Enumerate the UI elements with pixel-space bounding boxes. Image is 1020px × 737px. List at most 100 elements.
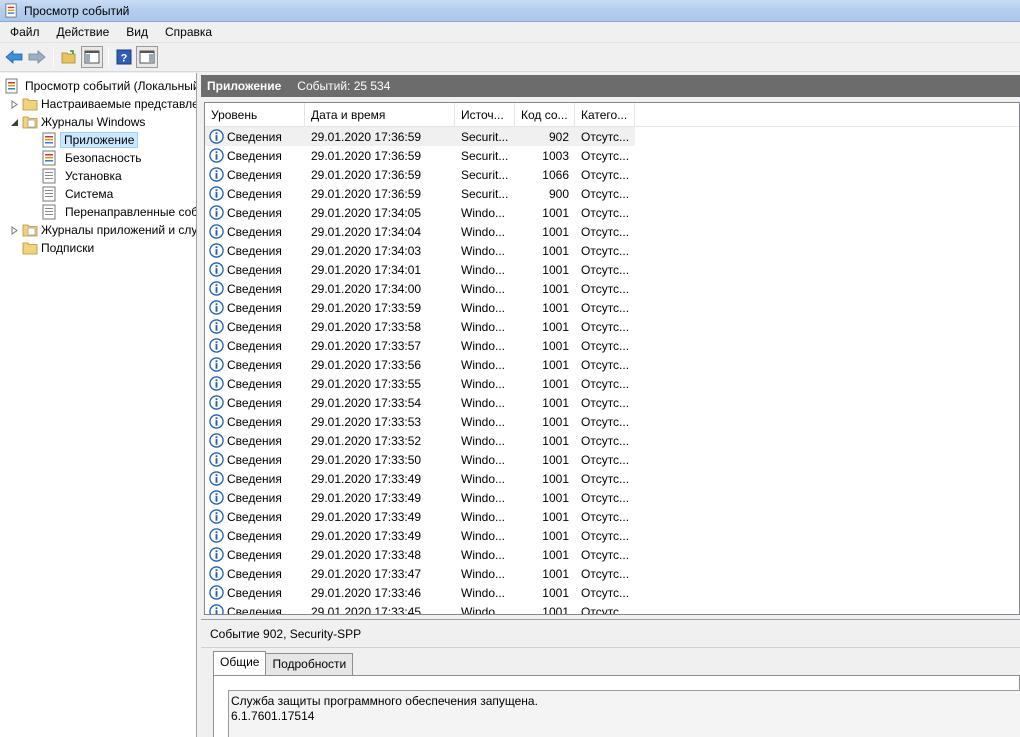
tree-label-system: Система (65, 187, 114, 201)
tree-item-custom-views[interactable]: Настраиваемые представления (9, 95, 196, 113)
tree-item-root[interactable]: Просмотр событий (Локальный) (4, 77, 196, 95)
information-icon (209, 471, 224, 486)
cell-datetime: 29.01.2020 17:33:49 (311, 509, 422, 524)
table-row[interactable]: Сведения 29.01.2020 17:33:50 Windo... 1001 О… (205, 450, 1019, 469)
table-row[interactable]: Сведения 29.01.2020 17:33:55 Windo... 1001 О… (205, 374, 1019, 393)
tree-label-custom-views: Настраиваемые представления (41, 97, 196, 111)
event-message-line: Служба защиты программного обеспечения з… (231, 694, 538, 708)
table-row[interactable]: Сведения 29.01.2020 17:33:47 Windo... 1001 О… (205, 564, 1019, 583)
column-header-category[interactable]: Катего... (575, 103, 635, 127)
tab-details[interactable]: Подробности (265, 653, 354, 675)
table-row[interactable]: Сведения 29.01.2020 17:33:54 Windo... 1001 О… (205, 393, 1019, 412)
table-row[interactable]: Сведения 29.01.2020 17:33:49 Windo... 1001 О… (205, 469, 1019, 488)
title-bar: Просмотр событий (0, 0, 1020, 22)
tab-general[interactable]: Общие (213, 651, 267, 675)
cell-level: Сведения (205, 395, 305, 410)
help-button[interactable]: ? (113, 46, 135, 68)
menu-action[interactable]: Действие (47, 22, 117, 43)
cell-source: Windo... (461, 528, 506, 543)
tree-item-app-services-logs[interactable]: Журналы приложений и служб (9, 221, 196, 239)
table-row[interactable]: Сведения 29.01.2020 17:34:05 Windo... 1001 О… (205, 203, 1019, 222)
cell-datetime: 29.01.2020 17:33:55 (311, 376, 422, 391)
cell-level: Сведения (205, 357, 305, 372)
menu-bar: Файл Действие Вид Справка (0, 22, 1020, 43)
cell-level: Сведения (205, 547, 305, 562)
table-row[interactable]: Сведения 29.01.2020 17:34:01 Windo... 1001 О… (205, 260, 1019, 279)
level-text: Сведения (227, 376, 282, 391)
tree-item-setup[interactable]: Установка (41, 167, 127, 185)
table-row[interactable]: Сведения 29.01.2020 17:36:59 Securit... 100… (205, 146, 1019, 165)
table-row[interactable]: Сведения 29.01.2020 17:36:59 Securit... 902… (205, 127, 635, 146)
cell-source: Securit... (461, 129, 509, 144)
cell-event-id: 1001 (542, 528, 569, 543)
cell-level: Сведения (205, 585, 305, 600)
table-row[interactable]: Сведения 29.01.2020 17:33:49 Windo... 1001 О… (205, 507, 1019, 526)
log-icon (42, 204, 56, 220)
information-icon (209, 509, 224, 524)
menu-file[interactable]: Файл (0, 22, 47, 43)
information-icon (209, 528, 224, 543)
collapse-arrow-icon[interactable] (9, 117, 19, 127)
cell-level: Сведения (205, 243, 305, 258)
menu-help[interactable]: Справка (155, 22, 219, 43)
tree-item-windows-logs[interactable]: Журналы Windows (9, 113, 145, 131)
tree-item-subscriptions[interactable]: Подписки (22, 239, 94, 257)
menu-view[interactable]: Вид (116, 22, 155, 43)
back-button[interactable] (3, 46, 25, 68)
tree-item-system[interactable]: Система (41, 185, 118, 203)
table-row[interactable]: Сведения 29.01.2020 17:36:59 Securit... 900… (205, 184, 1019, 203)
tree-item-security[interactable]: Безопасность (41, 149, 147, 167)
events-list[interactable]: Уровень Дата и время Источ... Код со... … (204, 102, 1020, 615)
tree-item-forwarded-events[interactable]: Перенаправленные события (41, 203, 196, 221)
level-text: Сведения (227, 205, 282, 220)
subscriptions-folder-icon (22, 242, 38, 255)
cell-source: Windo... (461, 566, 506, 581)
information-icon (209, 452, 224, 467)
cell-datetime: 29.01.2020 17:33:56 (311, 357, 422, 372)
cell-datetime: 29.01.2020 17:33:53 (311, 414, 422, 429)
cell-level: Сведения (205, 281, 305, 296)
information-icon (209, 148, 224, 163)
table-row[interactable]: Сведения 29.01.2020 17:33:53 Windo... 1001 О… (205, 412, 1019, 431)
table-row[interactable]: Сведения 29.01.2020 17:33:59 Windo... 1001 О… (205, 298, 1019, 317)
open-log-button[interactable] (58, 46, 80, 68)
event-message[interactable]: Служба защиты программного обеспечения з… (228, 690, 1020, 737)
cell-source: Windo... (461, 414, 506, 429)
table-row[interactable]: Сведения 29.01.2020 17:34:03 Windo... 1001 О… (205, 241, 1019, 260)
show-hide-console-tree-button[interactable] (81, 46, 103, 68)
table-row[interactable]: Сведения 29.01.2020 17:33:52 Windo... 1001 О… (205, 431, 1019, 450)
column-header-source[interactable]: Источ... (455, 103, 515, 127)
column-header-datetime[interactable]: Дата и время (305, 103, 455, 127)
table-row[interactable]: Сведения 29.01.2020 17:33:49 Windo... 1001 О… (205, 526, 1019, 545)
table-row[interactable]: Сведения 29.01.2020 17:33:56 Windo... 1001 О… (205, 355, 1019, 374)
cell-datetime: 29.01.2020 17:33:50 (311, 452, 422, 467)
table-row[interactable]: Сведения 29.01.2020 17:34:04 Windo... 1001 О… (205, 222, 1019, 241)
cell-event-id: 1001 (542, 357, 569, 372)
event-detail-title: Событие 902, Security-SPP (210, 627, 362, 641)
cell-event-id: 1001 (542, 604, 569, 615)
column-header-level[interactable]: Уровень (205, 103, 305, 127)
cell-datetime: 29.01.2020 17:33:45 (311, 604, 422, 615)
cell-event-id: 1001 (542, 224, 569, 239)
table-row[interactable]: Сведения 29.01.2020 17:33:57 Windo... 1001 О… (205, 336, 1019, 355)
cell-source: Windo... (461, 585, 506, 600)
expand-arrow-icon[interactable] (9, 99, 19, 109)
table-row[interactable]: Сведения 29.01.2020 17:36:59 Securit... 106… (205, 165, 1019, 184)
level-text: Сведения (227, 148, 282, 163)
table-row[interactable]: Сведения 29.01.2020 17:34:00 Windo... 1001 О… (205, 279, 1019, 298)
tree-item-application[interactable]: Приложение (41, 131, 139, 149)
table-row[interactable]: Сведения 29.01.2020 17:33:45 Windo... 1001 О… (205, 602, 1019, 615)
cell-category: Отсутс... (581, 205, 630, 220)
cell-category: Отсутс... (581, 452, 630, 467)
cell-datetime: 29.01.2020 17:34:04 (311, 224, 422, 239)
list-rows: Сведения 29.01.2020 17:36:59 Securit... 902… (205, 127, 1019, 615)
table-row[interactable]: Сведения 29.01.2020 17:33:46 Windo... 1001 О… (205, 583, 1019, 602)
forward-button[interactable] (26, 46, 48, 68)
column-header-event-id[interactable]: Код со... (515, 103, 575, 127)
level-text: Сведения (227, 129, 282, 144)
table-row[interactable]: Сведения 29.01.2020 17:33:49 Windo... 1001 О… (205, 488, 1019, 507)
expand-arrow-icon[interactable] (9, 225, 19, 235)
table-row[interactable]: Сведения 29.01.2020 17:33:48 Windo... 1001 О… (205, 545, 1019, 564)
show-hide-action-pane-button[interactable] (136, 46, 158, 68)
table-row[interactable]: Сведения 29.01.2020 17:33:58 Windo... 1001 О… (205, 317, 1019, 336)
